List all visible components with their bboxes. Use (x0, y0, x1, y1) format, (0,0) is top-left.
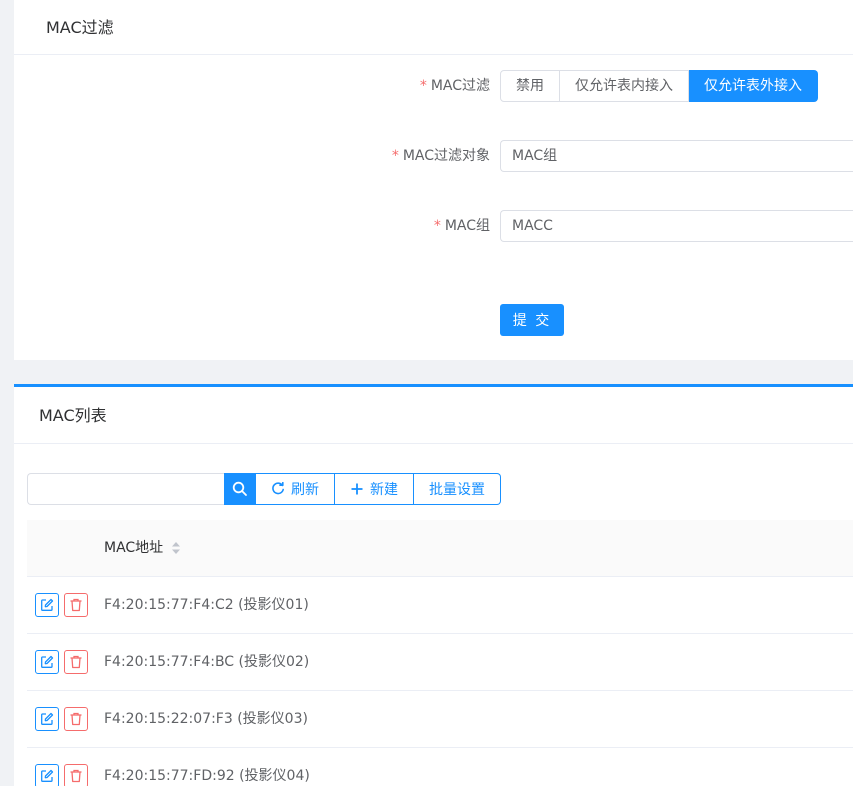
table-row: F4:20:15:77:F4:BC (投影仪02) (27, 634, 853, 691)
new-button[interactable]: 新建 (335, 473, 414, 505)
table-row: F4:20:15:77:F4:C2 (投影仪01) (27, 577, 853, 634)
submit-button[interactable]: 提 交 (500, 304, 564, 336)
required-mark: * (433, 218, 441, 234)
form-row-mac-group: * MAC组 MACC (14, 210, 853, 242)
edit-button[interactable] (35, 707, 59, 731)
edit-icon (41, 769, 54, 782)
trash-icon (70, 769, 82, 783)
mac-list-card: MAC列表 刷新 新建 批量设置 MAC地址 F4:20:15:77:F4:C2… (14, 384, 853, 786)
list-toolbar: 刷新 新建 批量设置 (27, 473, 501, 505)
mac-filter-card: MAC过滤 * MAC过滤 禁用 仅允许表内接入 仅允许表外接入 * MAC过滤对象… (14, 0, 853, 360)
radio-disable[interactable]: 禁用 (500, 70, 560, 102)
mac-group-label: * MAC组 (433, 218, 490, 234)
radio-allow-in-list[interactable]: 仅允许表内接入 (560, 70, 689, 102)
refresh-button[interactable]: 刷新 (256, 473, 335, 505)
form-row-mac-filter: * MAC过滤 禁用 仅允许表内接入 仅允许表外接入 (14, 70, 853, 102)
delete-button[interactable] (64, 593, 88, 617)
trash-icon (70, 712, 82, 726)
required-mark: * (391, 148, 399, 164)
table-row: F4:20:15:22:07:F3 (投影仪03) (27, 691, 853, 748)
table-header: MAC地址 (27, 520, 853, 577)
mac-filter-mode-group: 禁用 仅允许表内接入 仅允许表外接入 (500, 70, 818, 102)
edit-icon (41, 712, 54, 725)
search-icon (232, 481, 247, 496)
batch-settings-label: 批量设置 (429, 482, 485, 498)
mac-address-cell: F4:20:15:22:07:F3 (投影仪03) (104, 711, 308, 727)
mac-group-select[interactable]: MACC (500, 210, 853, 242)
required-mark: * (419, 78, 427, 94)
filter-target-label: * MAC过滤对象 (391, 148, 490, 164)
mac-address-cell: F4:20:15:77:F4:BC (投影仪02) (104, 654, 310, 670)
search-button[interactable] (224, 473, 256, 505)
table-row: F4:20:15:77:FD:92 (投影仪04) (27, 748, 853, 786)
trash-icon (70, 598, 82, 612)
delete-button[interactable] (64, 650, 88, 674)
mac-list-title: MAC列表 (14, 387, 853, 444)
edit-button[interactable] (35, 593, 59, 617)
row-actions (35, 650, 88, 674)
trash-icon (70, 655, 82, 669)
radio-allow-outside-list[interactable]: 仅允许表外接入 (689, 70, 818, 102)
mac-address-cell: F4:20:15:77:F4:C2 (投影仪01) (104, 597, 309, 613)
search-input[interactable] (27, 473, 224, 505)
mac-filter-label: * MAC过滤 (419, 78, 490, 94)
refresh-label: 刷新 (291, 482, 319, 498)
edit-icon (41, 655, 54, 668)
filter-target-select[interactable]: MAC组 (500, 140, 853, 172)
form-row-filter-target: * MAC过滤对象 MAC组 (14, 140, 853, 172)
mac-table: MAC地址 F4:20:15:77:F4:C2 (投影仪01) F4:20:15… (27, 520, 853, 786)
batch-settings-button[interactable]: 批量设置 (414, 473, 501, 505)
refresh-icon (272, 482, 284, 495)
column-header-mac[interactable]: MAC地址 (104, 520, 181, 576)
plus-icon (351, 483, 363, 495)
mac-filter-title: MAC过滤 (14, 0, 853, 55)
row-actions (35, 593, 88, 617)
edit-icon (41, 598, 54, 611)
sort-icon[interactable] (171, 541, 181, 555)
mac-address-cell: F4:20:15:77:FD:92 (投影仪04) (104, 768, 310, 784)
row-actions (35, 707, 88, 731)
edit-button[interactable] (35, 650, 59, 674)
delete-button[interactable] (64, 707, 88, 731)
new-label: 新建 (370, 482, 398, 498)
